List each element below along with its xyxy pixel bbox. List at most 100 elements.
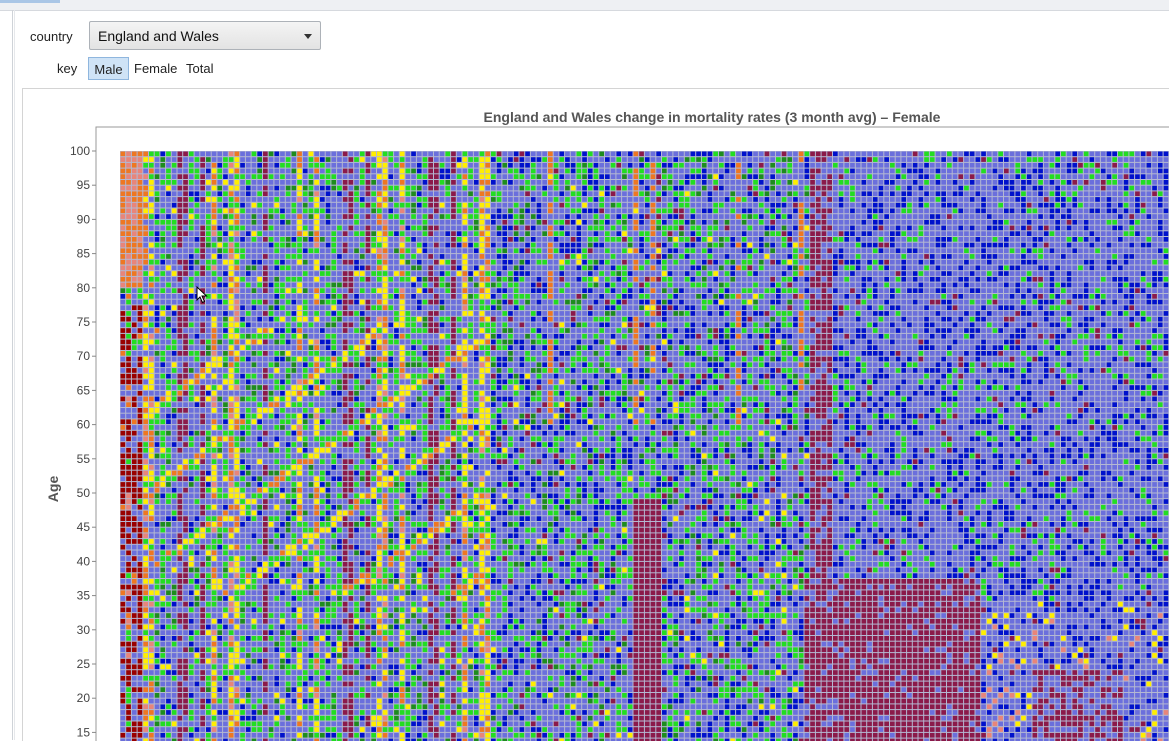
- heatmap-cell: [223, 214, 228, 219]
- heatmap-cell: [166, 613, 171, 618]
- heatmap-cell: [228, 425, 234, 430]
- heatmap-cell: [371, 197, 376, 202]
- heatmap-cell: [188, 368, 194, 373]
- heatmap-cell: [188, 157, 194, 162]
- heatmap-cell: [291, 584, 297, 590]
- heatmap-cell: [325, 653, 331, 658]
- heatmap-cell: [126, 276, 131, 282]
- heatmap-cell: [337, 544, 342, 550]
- heatmap-cell: [200, 345, 205, 350]
- chevron-down-icon[interactable]: [304, 34, 312, 39]
- heatmap-cell: [171, 208, 177, 214]
- heatmap-cell: [200, 259, 205, 265]
- heatmap-cell: [308, 556, 314, 561]
- heatmap-cell: [131, 510, 137, 516]
- heatmap-cell: [337, 522, 342, 527]
- heatmap-cell: [126, 664, 131, 670]
- heatmap-cell: [177, 442, 183, 447]
- heatmap-cell: [240, 693, 245, 698]
- heatmap-cell: [348, 396, 354, 402]
- heatmap-cell: [314, 345, 319, 350]
- heatmap-cell: [188, 527, 194, 533]
- heatmap-cell: [314, 259, 319, 265]
- heatmap-cell: [263, 721, 268, 727]
- heatmap-cell: [274, 299, 280, 305]
- heatmap-cell: [137, 259, 143, 265]
- heatmap-cell: [382, 271, 388, 276]
- heatmap-cell: [297, 311, 302, 316]
- heatmap-cell: [359, 698, 365, 704]
- heatmap-cell: [200, 590, 205, 596]
- heatmap-cell: [200, 168, 205, 174]
- heatmap-cell: [382, 550, 388, 556]
- heatmap-cell: [177, 231, 183, 236]
- heatmap-cell: [251, 385, 257, 390]
- heatmap-cell: [314, 168, 319, 174]
- heatmap-cell: [171, 482, 177, 487]
- heatmap-cell: [354, 556, 359, 561]
- heatmap-cell: [149, 254, 154, 259]
- heatmap-cell: [120, 157, 126, 162]
- heatmap-cell: [137, 168, 143, 174]
- heatmap-cell: [154, 368, 160, 373]
- heatmap-cell: [331, 482, 337, 487]
- heatmap-cell: [302, 368, 308, 373]
- heatmap-cell: [354, 596, 359, 601]
- heatmap-cell: [177, 248, 183, 254]
- heatmap-cell: [371, 590, 376, 596]
- heatmap-cell: [314, 339, 319, 345]
- heatmap-cell: [308, 311, 314, 316]
- heatmap-cell: [377, 693, 382, 698]
- heatmap-cell: [211, 185, 217, 191]
- heatmap-cell: [217, 208, 223, 214]
- heatmap-cell: [377, 328, 382, 333]
- heatmap-cell: [308, 202, 314, 208]
- heatmap-cell: [388, 613, 394, 618]
- heatmap-cell: [206, 607, 211, 613]
- heatmap-cell: [331, 436, 337, 442]
- heatmap-cell: [200, 265, 205, 271]
- heatmap-cell: [359, 527, 365, 533]
- heatmap-cell: [388, 333, 394, 339]
- heatmap-cell: [200, 425, 205, 430]
- heatmap-cell: [126, 732, 131, 738]
- heatmap-cell: [325, 408, 331, 413]
- heatmap-cell: [251, 294, 257, 299]
- heatmap-cell: [268, 630, 274, 635]
- heatmap-cell: [377, 681, 382, 687]
- heatmap-cell: [240, 675, 245, 681]
- heatmap-cell: [166, 219, 171, 225]
- heatmap-cell: [183, 704, 188, 710]
- heatmap-cell: [149, 715, 154, 721]
- heatmap-cell: [251, 419, 257, 425]
- key-option-total[interactable]: Total: [183, 57, 221, 80]
- heatmap-cell: [183, 658, 188, 664]
- heatmap-cell: [131, 294, 137, 299]
- country-dropdown[interactable]: England and Wales: [89, 21, 321, 50]
- heatmap-cell: [211, 168, 217, 174]
- heatmap-cell: [331, 157, 337, 162]
- heatmap-cell: [354, 533, 359, 539]
- heatmap-cell: [154, 601, 160, 607]
- heatmap-cell: [131, 368, 137, 373]
- key-option-male[interactable]: Male: [88, 57, 129, 80]
- heatmap-cell: [314, 561, 319, 567]
- heatmap-cell: [308, 259, 314, 265]
- heatmap-cell: [365, 197, 371, 202]
- heatmap-cell: [166, 470, 171, 476]
- tab-hint: [0, 0, 60, 3]
- heatmap-cell: [314, 282, 319, 288]
- heatmap-cell: [188, 174, 194, 179]
- heatmap-cell: [359, 430, 365, 436]
- heatmap-cell: [200, 185, 205, 191]
- key-option-female[interactable]: Female: [131, 57, 179, 80]
- heatmap-cell: [200, 670, 205, 675]
- heatmap-cell: [263, 385, 268, 390]
- heatmap-cell: [183, 202, 188, 208]
- heatmap-cell: [166, 208, 171, 214]
- heatmap-cell: [251, 550, 257, 556]
- heatmap-cell: [126, 539, 131, 544]
- heatmap-cell: [342, 607, 348, 613]
- heatmap-cell: [234, 653, 240, 658]
- heatmap-cell: [274, 265, 280, 271]
